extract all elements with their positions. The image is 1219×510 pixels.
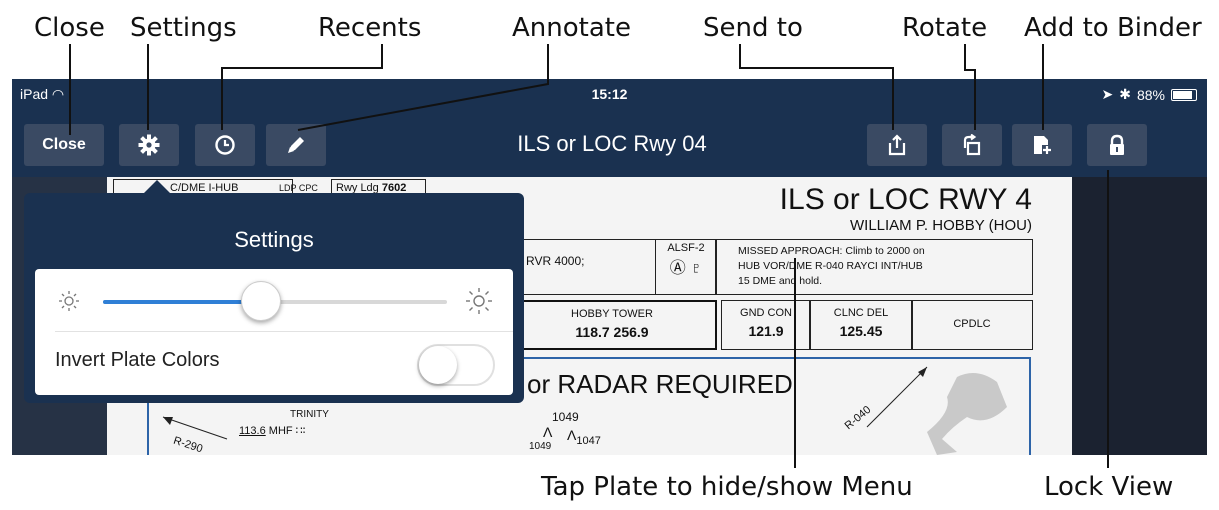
toggle-knob [419,346,457,384]
battery-icon [1171,88,1197,101]
invert-colors-label: Invert Plate Colors [55,349,220,371]
toolbar: Close ILS or LOC Rwy 04 [12,111,1207,177]
plate-right-margin [1072,177,1207,455]
callout-annotate: Annotate [512,13,631,43]
location-icon: ➤ [1101,86,1114,102]
clock-icon [215,135,235,155]
callout-settings: Settings [130,13,237,43]
rotate-icon [963,134,981,156]
rotate-button[interactable] [942,124,1002,166]
add-to-binder-button[interactable] [1012,124,1072,166]
brightness-low-icon [59,291,79,311]
callout-recents: Recents [318,13,422,43]
brightness-high-icon [466,288,492,314]
send-to-button[interactable] [867,124,927,166]
gear-icon [138,134,160,156]
status-bar: iPad ◠ 15:12 ➤ ✱ 88% [12,79,1207,111]
settings-popover: Settings Invert Plate Colors [24,193,524,403]
callout-add-to-binder: Add to Binder [1024,13,1202,43]
terrain-shape [927,373,1007,455]
callout-tap-plate: Tap Plate to hide/show Menu [541,472,913,502]
callout-send-to: Send to [703,13,803,43]
invert-colors-toggle[interactable] [417,344,495,386]
share-icon [888,134,906,156]
settings-card: Invert Plate Colors [35,269,513,395]
battery-percent: 88% [1136,86,1165,103]
binder-add-icon [1034,136,1052,155]
pencil-icon [288,137,304,153]
brightness-slider-thumb[interactable] [241,281,282,321]
popover-arrow [143,180,171,194]
lock-icon [1110,134,1124,155]
close-button[interactable]: Close [24,124,104,166]
document-title: ILS or LOC Rwy 04 [517,131,707,156]
status-right: ➤ ✱ 88% [1101,86,1197,103]
callout-lock-view: Lock View [1044,472,1174,502]
settings-divider [55,331,513,332]
callout-rotate: Rotate [902,13,988,43]
callout-close: Close [34,13,105,43]
recents-button[interactable] [195,124,255,166]
bluetooth-icon: ✱ [1119,86,1131,102]
annotate-button[interactable] [266,124,326,166]
status-time: 15:12 [591,86,628,102]
popover-title: Settings [234,227,314,252]
settings-button[interactable] [119,124,179,166]
lock-view-button[interactable] [1087,124,1147,166]
brightness-slider[interactable] [103,281,447,321]
brightness-slider-fill [103,300,262,304]
